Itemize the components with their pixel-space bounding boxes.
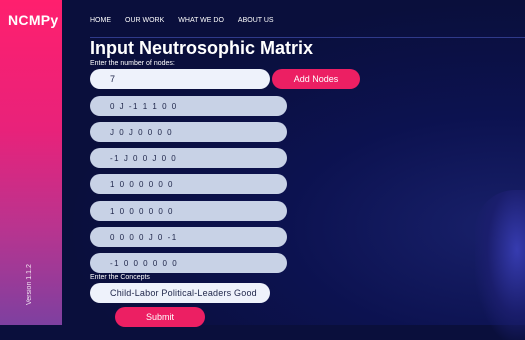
version-label: Version 1.1.2 <box>26 264 33 305</box>
nav-our-work[interactable]: OUR WORK <box>125 17 164 24</box>
sidebar: NCMPy Version 1.1.2 <box>0 0 62 325</box>
matrix-row-6[interactable]: 0 0 0 0 J 0 -1 <box>90 227 287 247</box>
background-portrait <box>475 190 525 340</box>
concepts-input[interactable]: Child-Labor Political-Leaders Good <box>90 283 270 303</box>
matrix-row-3[interactable]: -1 J 0 0 J 0 0 <box>90 148 287 168</box>
nav-home[interactable]: HOME <box>90 17 111 24</box>
main-content: HOME OUR WORK WHAT WE DO ABOUT US Input … <box>62 0 525 340</box>
concepts-label: Enter the Concepts <box>90 274 150 281</box>
nav-what-we-do[interactable]: WHAT WE DO <box>178 17 224 24</box>
matrix-row-7[interactable]: -1 0 0 0 0 0 0 <box>90 253 287 273</box>
matrix-row-4[interactable]: 1 0 0 0 0 0 0 <box>90 174 287 194</box>
nav-about-us[interactable]: ABOUT US <box>238 17 274 24</box>
matrix-row-2[interactable]: J 0 J 0 0 0 0 <box>90 122 287 142</box>
top-nav: HOME OUR WORK WHAT WE DO ABOUT US <box>90 17 274 24</box>
submit-button[interactable]: Submit <box>115 307 205 327</box>
add-nodes-button[interactable]: Add Nodes <box>272 69 360 89</box>
nodes-label: Enter the number of nodes: <box>90 60 175 67</box>
matrix-row-5[interactable]: 1 0 0 0 0 0 0 <box>90 201 287 221</box>
brand-logo: NCMPy <box>8 12 59 28</box>
nodes-input[interactable]: 7 <box>90 69 270 89</box>
page-title: Input Neutrosophic Matrix <box>90 38 314 58</box>
matrix-row-1[interactable]: 0 J -1 1 1 0 0 <box>90 96 287 116</box>
